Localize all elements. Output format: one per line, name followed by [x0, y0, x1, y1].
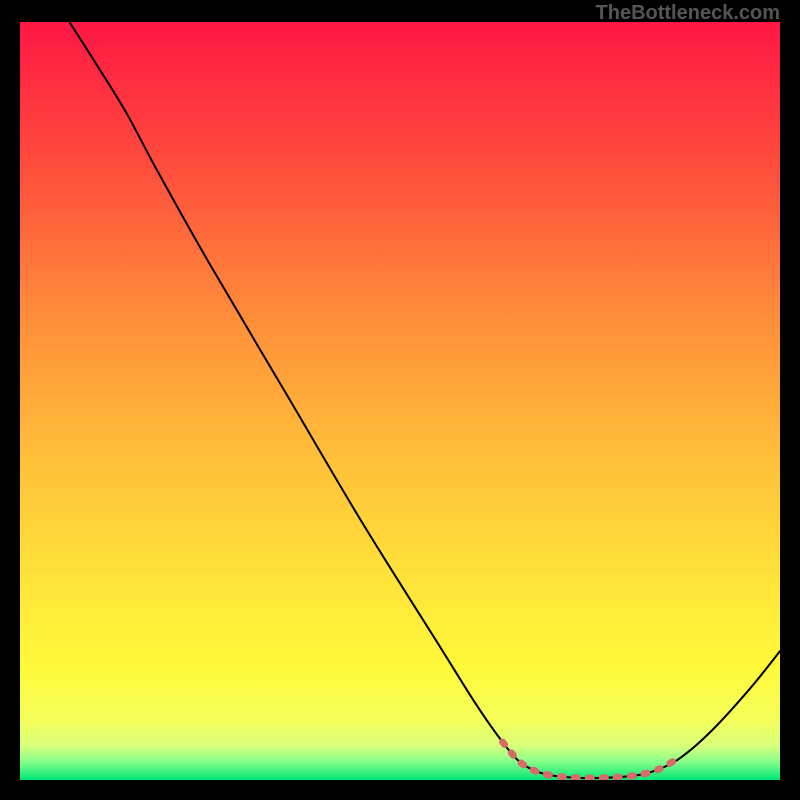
watermark-text: TheBottleneck.com [596, 2, 780, 25]
gradient-background [20, 22, 780, 780]
chart-container: TheBottleneck.com [0, 0, 800, 800]
plot-svg [20, 22, 780, 780]
